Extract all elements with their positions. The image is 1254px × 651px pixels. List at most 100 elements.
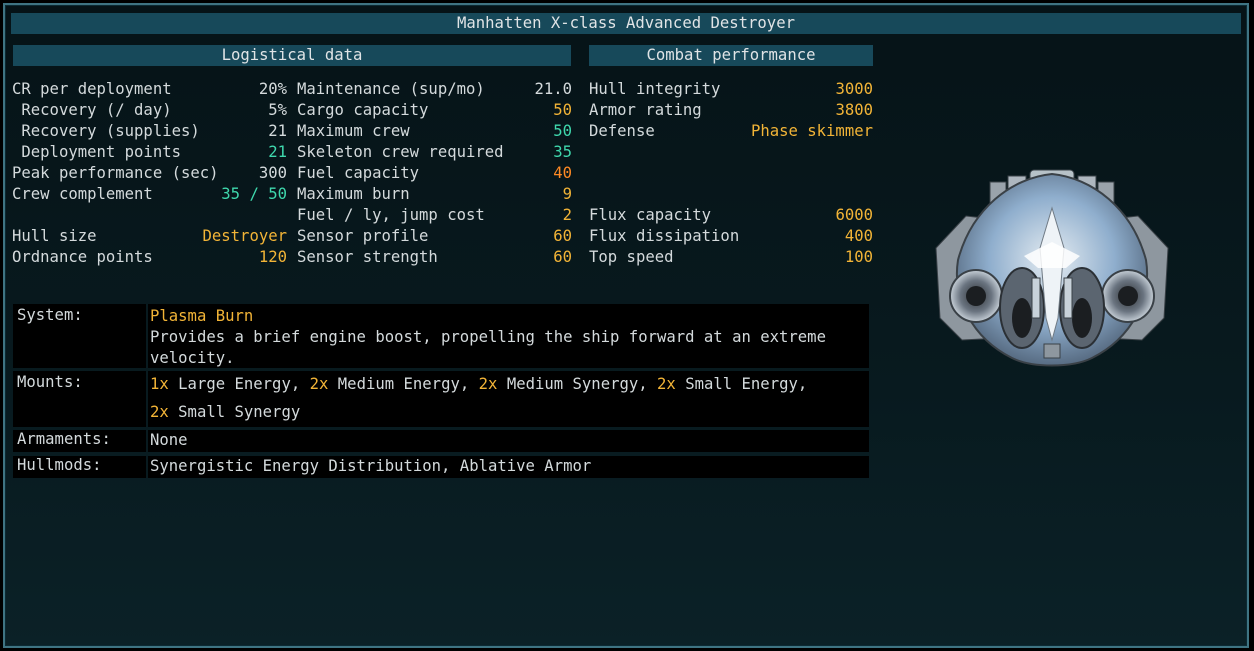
panel-divider bbox=[146, 371, 148, 427]
window-title: Manhatten X-class Advanced Destroyer bbox=[11, 13, 1241, 34]
stat-row: Sensor profile 60 bbox=[297, 226, 572, 247]
stat-label: Skeleton crew required bbox=[297, 143, 504, 161]
mount-count: 2x bbox=[309, 375, 329, 393]
system-label: System: bbox=[17, 306, 83, 324]
stat-row: Peak performance (sec) 300 bbox=[12, 163, 287, 184]
stat-label: Crew complement bbox=[12, 185, 153, 203]
mount-count: 2x bbox=[657, 375, 676, 393]
armaments-panel: Armaments: None bbox=[13, 430, 869, 452]
stat-value: 20% bbox=[258, 80, 287, 98]
stat-row: Skeleton crew required 35 bbox=[297, 142, 572, 163]
stat-value: 400 bbox=[844, 227, 873, 245]
stat-label: Recovery (supplies) bbox=[12, 122, 200, 140]
stat-label: Sensor strength bbox=[297, 248, 438, 266]
panel-divider bbox=[146, 304, 148, 368]
stat-value: 40 bbox=[553, 164, 572, 182]
system-panel: System: Plasma Burn Provides a brief eng… bbox=[13, 304, 869, 368]
stat-row: Fuel capacity 40 bbox=[297, 163, 572, 184]
mounts-label: Mounts: bbox=[17, 373, 83, 391]
stat-row: Sensor strength 60 bbox=[297, 247, 572, 268]
stat-value: 2 bbox=[562, 206, 572, 224]
stat-value: 60 bbox=[553, 248, 572, 266]
combat-performance-header: Combat performance bbox=[589, 45, 873, 66]
stat-label: Peak performance (sec) bbox=[12, 164, 219, 182]
stat-label: Armor rating bbox=[589, 101, 702, 119]
mount-count: 2x bbox=[150, 403, 169, 421]
mount-name: Large Energy bbox=[178, 375, 291, 393]
stat-label: Maintenance (sup/mo) bbox=[297, 80, 485, 98]
stat-label: Flux dissipation bbox=[589, 227, 740, 245]
stat-value: 5% bbox=[268, 101, 287, 119]
stat-row: Maximum burn 9 bbox=[297, 184, 572, 205]
mount-count: 1x bbox=[150, 375, 169, 393]
stat-row: Flux dissipation 400 bbox=[589, 226, 873, 247]
stat-label: CR per deployment bbox=[12, 80, 172, 98]
stat-label: Recovery (/ day) bbox=[12, 101, 172, 119]
stat-label: Hull size bbox=[12, 227, 97, 245]
armaments-value: None bbox=[150, 431, 188, 449]
stat-value: 21 bbox=[268, 143, 287, 161]
stat-row: Cargo capacity 50 bbox=[297, 100, 572, 121]
stat-row: Crew complement 35 / 50 bbox=[12, 184, 287, 205]
stat-row: Recovery (/ day) 5% bbox=[12, 100, 287, 121]
stat-row: Top speed 100 bbox=[589, 247, 873, 268]
mount-name: Medium Energy bbox=[337, 375, 460, 393]
stat-label: Defense bbox=[589, 122, 655, 140]
mount-count: 2x bbox=[478, 375, 498, 393]
hullmods-label: Hullmods: bbox=[17, 456, 102, 474]
stat-row: Deployment points 21 bbox=[12, 142, 287, 163]
stat-label: Maximum crew bbox=[297, 122, 410, 140]
mount-name: Small Energy bbox=[685, 375, 798, 393]
stat-value: 3800 bbox=[835, 101, 873, 119]
stat-label: Flux capacity bbox=[589, 206, 712, 224]
stat-row: Armor rating 3800 bbox=[589, 100, 873, 121]
stat-row: Fuel / ly, jump cost 2 bbox=[297, 205, 572, 226]
system-name: Plasma Burn bbox=[150, 307, 254, 325]
panel-divider bbox=[146, 430, 148, 452]
stat-value: 50 bbox=[553, 101, 572, 119]
panel-divider bbox=[146, 456, 148, 478]
mounts-panel: Mounts: 1x Large Energy, 2x Medium Energ… bbox=[13, 371, 869, 427]
stat-value: 35 bbox=[553, 143, 572, 161]
stat-row: Hull size Destroyer bbox=[12, 226, 287, 247]
logistical-data-header: Logistical data bbox=[13, 45, 571, 66]
stat-value: 50 bbox=[553, 122, 572, 140]
stat-label: Maximum burn bbox=[297, 185, 410, 203]
stat-label: Fuel / ly, jump cost bbox=[297, 206, 485, 224]
stat-row: Ordnance points 120 bbox=[12, 247, 287, 268]
stat-value: 35 / 50 bbox=[221, 185, 287, 203]
stat-value: 300 bbox=[258, 164, 287, 182]
mount-name: Medium Synergy bbox=[506, 375, 639, 393]
stat-value: 21.0 bbox=[534, 80, 572, 98]
stat-value: Destroyer bbox=[202, 227, 288, 245]
mounts-content: 1x Large Energy, 2x Medium Energy, 2x Me… bbox=[150, 375, 808, 421]
stat-label: Top speed bbox=[589, 248, 674, 266]
stat-label: Sensor profile bbox=[297, 227, 429, 245]
stat-label: Cargo capacity bbox=[297, 101, 429, 119]
stat-value: 6000 bbox=[835, 206, 873, 224]
system-description: Provides a brief engine boost, propellin… bbox=[150, 328, 826, 367]
mount-name: Small Synergy bbox=[178, 403, 301, 421]
armaments-label: Armaments: bbox=[17, 430, 111, 448]
stat-row: Defense Phase skimmer bbox=[589, 121, 873, 142]
stat-label: Deployment points bbox=[12, 143, 181, 161]
system-content: Plasma Burn Provides a brief engine boos… bbox=[150, 306, 860, 369]
stat-value: 120 bbox=[258, 248, 287, 266]
stat-label: Fuel capacity bbox=[297, 164, 420, 182]
ship-sprite-icon bbox=[932, 168, 1172, 373]
stat-row: Hull integrity 3000 bbox=[589, 79, 873, 100]
stat-value: 21 bbox=[268, 122, 287, 140]
stat-row: Recovery (supplies) 21 bbox=[12, 121, 287, 142]
stat-label: Ordnance points bbox=[12, 248, 153, 266]
stat-value: 9 bbox=[562, 185, 572, 203]
stat-row: CR per deployment 20% bbox=[12, 79, 287, 100]
hullmods-value: Synergistic Energy Distribution, Ablativ… bbox=[150, 457, 592, 475]
hullmods-panel: Hullmods: Synergistic Energy Distributio… bbox=[13, 456, 869, 478]
stat-row: Maintenance (sup/mo) 21.0 bbox=[297, 79, 572, 100]
stat-value: 3000 bbox=[835, 80, 873, 98]
stat-row: Flux capacity 6000 bbox=[589, 205, 873, 226]
stat-value: 100 bbox=[844, 248, 873, 266]
stat-value: Phase skimmer bbox=[750, 122, 873, 140]
stat-row: Maximum crew 50 bbox=[297, 121, 572, 142]
stat-label: Hull integrity bbox=[589, 80, 721, 98]
